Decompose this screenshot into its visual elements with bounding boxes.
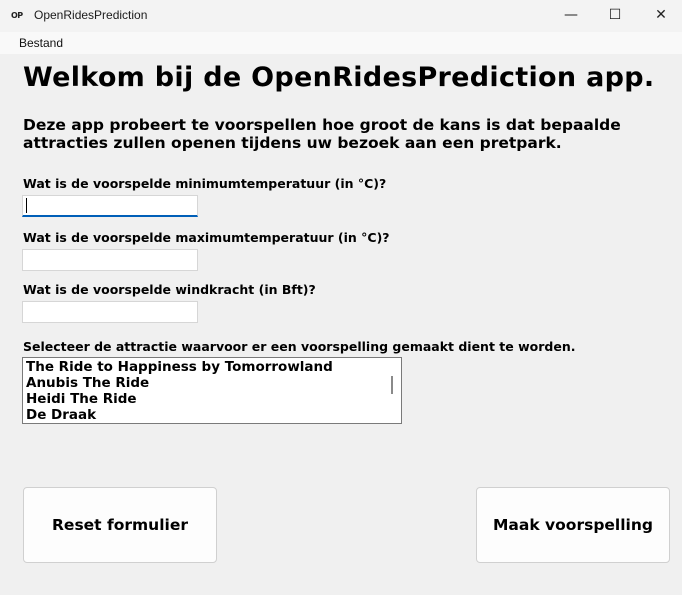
menu-bestand[interactable]: Bestand xyxy=(19,36,63,50)
max-temp-label: Wat is de voorspelde maximumtemperatuur … xyxy=(23,230,390,245)
reset-button[interactable]: Reset formulier xyxy=(23,487,217,563)
maximize-button[interactable]: ☐ xyxy=(592,0,638,32)
text-caret xyxy=(26,198,27,213)
attraction-listbox[interactable]: The Ride to Happiness by Tomorrowland An… xyxy=(22,357,402,424)
wind-label: Wat is de voorspelde windkracht (in Bft)… xyxy=(23,282,316,297)
menu-bar: Bestand xyxy=(0,32,682,54)
title-bar: OP OpenRidesPrediction — ☐ ✕ xyxy=(0,0,682,32)
page-title: Welkom bij de OpenRidesPrediction app. xyxy=(23,62,655,93)
app-logo-icon: OP xyxy=(11,11,23,20)
wind-input[interactable] xyxy=(22,301,198,323)
min-temp-label: Wat is de voorspelde minimumtemperatuur … xyxy=(23,176,387,191)
list-item[interactable]: The Ride to Happiness by Tomorrowland xyxy=(26,359,333,375)
min-temp-input[interactable] xyxy=(22,195,198,217)
attraction-label: Selecteer de attractie waarvoor er een v… xyxy=(23,339,576,354)
window-title: OpenRidesPrediction xyxy=(34,8,148,22)
close-button[interactable]: ✕ xyxy=(638,0,682,32)
max-temp-input[interactable] xyxy=(22,249,198,271)
predict-button[interactable]: Maak voorspelling xyxy=(476,487,670,563)
intro-text: Deze app probeert te voorspellen hoe gro… xyxy=(23,116,621,152)
list-item[interactable]: De Draak xyxy=(26,407,96,423)
list-item[interactable]: Heidi The Ride xyxy=(26,391,137,407)
minimize-button[interactable]: — xyxy=(548,0,594,32)
scrollbar-thumb[interactable] xyxy=(391,376,393,394)
list-item[interactable]: Anubis The Ride xyxy=(26,375,149,391)
